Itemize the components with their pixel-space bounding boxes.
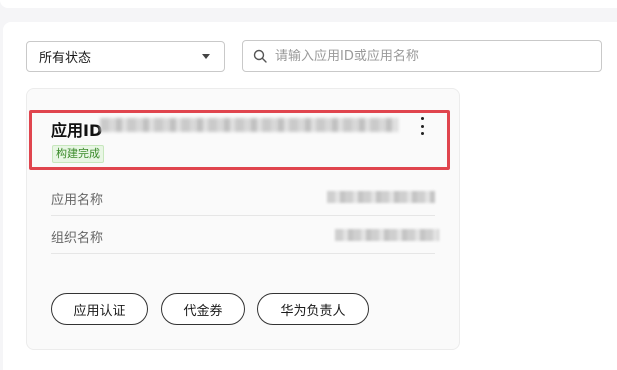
app-name-value-redacted bbox=[327, 191, 435, 203]
status-filter-select[interactable]: 所有状态 bbox=[26, 41, 225, 72]
org-name-value-redacted bbox=[335, 229, 439, 241]
top-bar bbox=[0, 0, 617, 8]
chevron-down-icon bbox=[202, 54, 210, 59]
app-name-label: 应用名称 bbox=[51, 193, 104, 208]
status-badge: 构建完成 bbox=[52, 145, 104, 163]
search-icon bbox=[253, 49, 267, 63]
app-id-value-redacted bbox=[100, 118, 398, 132]
huawei-owner-button[interactable]: 华为负责人 bbox=[257, 293, 369, 325]
info-row-app-name: 应用名称 bbox=[51, 178, 435, 216]
search-input[interactable] bbox=[275, 48, 595, 64]
app-id-label: 应用ID bbox=[51, 121, 103, 140]
info-row-org-name: 组织名称 bbox=[51, 216, 439, 254]
status-filter-value: 所有状态 bbox=[39, 51, 92, 66]
app-certification-button[interactable]: 应用认证 bbox=[51, 293, 148, 325]
voucher-button[interactable]: 代金券 bbox=[161, 293, 245, 325]
search-box[interactable] bbox=[242, 40, 602, 72]
more-options-icon[interactable] bbox=[414, 116, 430, 136]
org-name-label: 组织名称 bbox=[51, 231, 104, 246]
